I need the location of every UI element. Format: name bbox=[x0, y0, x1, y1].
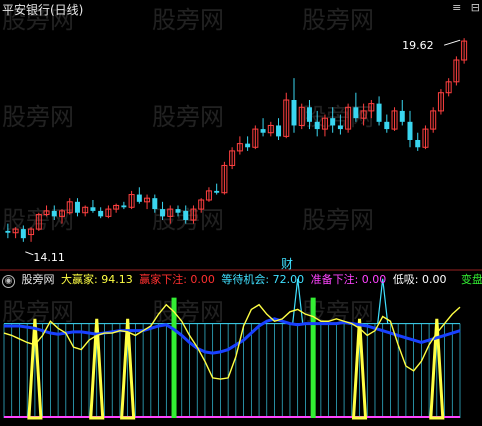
candle-body bbox=[399, 110, 405, 122]
candle-body bbox=[121, 205, 127, 208]
candle-body bbox=[74, 201, 80, 213]
candle-body bbox=[90, 207, 96, 211]
low-arrow bbox=[25, 251, 34, 256]
high-arrow bbox=[443, 39, 461, 46]
watermark: 股旁网 bbox=[302, 206, 374, 234]
candle-body bbox=[291, 100, 297, 126]
indicator-name: 股旁网 bbox=[21, 273, 55, 286]
candle-body bbox=[407, 121, 413, 140]
candle-body bbox=[276, 125, 282, 137]
watermark: 股旁网 bbox=[152, 6, 224, 34]
candle-body bbox=[260, 129, 266, 133]
candle-body bbox=[214, 190, 220, 193]
watermark: 股旁网 bbox=[2, 103, 74, 131]
panel-icon[interactable]: ⊟ bbox=[471, 1, 480, 14]
low-price-label: 14.11 bbox=[33, 251, 64, 264]
candle-body bbox=[51, 210, 57, 217]
settings-circle-icon[interactable]: ◉ bbox=[2, 275, 15, 288]
menu-icon[interactable]: ≡ bbox=[452, 1, 461, 14]
legend-bet: 赢家下注: 0.00 bbox=[139, 273, 215, 286]
watermark: 股旁网 bbox=[152, 103, 224, 131]
candle-body bbox=[384, 121, 390, 130]
legend-winner: 大赢家: 94.13 bbox=[61, 273, 133, 286]
chart-svg: 股旁网股旁网股旁网股旁网股旁网股旁网股旁网股旁网股旁网股旁网股旁网股旁网 19.… bbox=[0, 6, 482, 420]
indicator-legend: ◉ 股旁网 大赢家: 94.13 赢家下注: 0.00 等待机会: 72.00 … bbox=[0, 271, 482, 288]
candle-body bbox=[306, 107, 312, 122]
candle-body bbox=[353, 107, 359, 119]
candle-body bbox=[136, 194, 142, 202]
high-price-label: 19.62 bbox=[402, 39, 434, 52]
event-label: 财 bbox=[281, 257, 293, 271]
chart-title: 平安银行(日线) bbox=[2, 3, 84, 17]
candle-body bbox=[183, 210, 189, 220]
candle-body bbox=[376, 103, 382, 122]
watermark: 股旁网 bbox=[152, 298, 224, 326]
candle-body bbox=[314, 121, 320, 130]
candle-body bbox=[337, 125, 343, 130]
legend-change: 变盘 bbox=[461, 273, 482, 286]
price-panel: 19.62 14.11 财 bbox=[0, 38, 482, 271]
candle-body bbox=[98, 210, 104, 217]
candle-body bbox=[152, 198, 158, 210]
candle-body bbox=[5, 230, 11, 233]
legend-wait: 等待机会: 72.00 bbox=[221, 273, 305, 286]
legend-low: 低吸: 0.00 bbox=[392, 273, 447, 286]
candle-body bbox=[245, 143, 251, 148]
candle-body bbox=[175, 209, 181, 213]
candle-body bbox=[160, 209, 166, 217]
candle-body bbox=[415, 140, 421, 148]
top-right-buttons: ≡ ⊟ bbox=[452, 1, 480, 14]
watermark: 股旁网 bbox=[2, 298, 74, 326]
watermark: 股旁网 bbox=[302, 6, 374, 34]
chart-stage: 股旁网股旁网股旁网股旁网股旁网股旁网股旁网股旁网股旁网股旁网股旁网股旁网 19.… bbox=[0, 0, 482, 422]
candle-body bbox=[330, 118, 336, 126]
candle-body bbox=[20, 229, 26, 239]
green-bar bbox=[171, 297, 177, 418]
legend-prepare: 准备下注: 0.00 bbox=[310, 273, 387, 286]
